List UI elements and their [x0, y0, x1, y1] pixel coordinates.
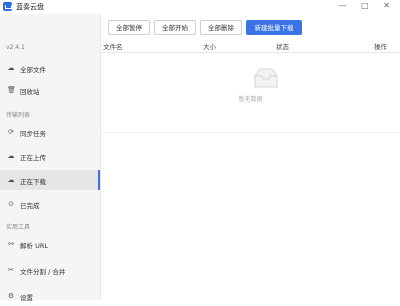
sidebar-item-settings[interactable]: ⚙ 设置 — [0, 286, 100, 306]
sidebar-item-label: 正在下载 — [20, 178, 46, 186]
column-status[interactable]: 状态 — [276, 41, 289, 51]
section-transfer-list: 传输列表 — [6, 112, 31, 119]
column-filename[interactable]: 文件名 — [103, 41, 123, 51]
sidebar-item-label: 全部文件 — [20, 66, 46, 74]
pause-all-button[interactable]: 全部暂停 — [108, 20, 150, 35]
sidebar-item-sync-tasks[interactable]: ⟳ 同步任务 — [0, 122, 100, 142]
app-title: 蓝奏云盘 — [16, 3, 44, 11]
trash-icon: 🗑 — [7, 86, 16, 94]
sync-icon: ⟳ — [8, 128, 14, 136]
gear-icon: ⚙ — [7, 292, 15, 300]
sidebar-item-label: 已完成 — [20, 202, 40, 210]
new-batch-download-button[interactable]: 新建批量下载 — [246, 20, 302, 35]
sidebar-item-label: 解析 URL — [20, 242, 48, 250]
empty-box-icon — [254, 68, 278, 88]
start-all-button[interactable]: 全部开始 — [154, 20, 196, 35]
download-icon: ☁ — [7, 176, 15, 184]
empty-text: 暂无数据 — [238, 96, 263, 103]
sidebar-item-label: 文件分割 / 合并 — [20, 268, 66, 276]
column-size[interactable]: 大小 — [203, 41, 216, 51]
sidebar-item-label: 同步任务 — [20, 130, 46, 138]
window-controls[interactable]: — □ ✕ — [339, 1, 396, 10]
sidebar-item-recycle-bin[interactable]: 🗑 回收站 — [0, 80, 100, 100]
toolbar: 全部暂停 全部开始 全部删除 新建批量下载 — [101, 14, 400, 40]
sidebar-item-label: 回收站 — [20, 88, 40, 96]
cloud-icon: ☁ — [7, 64, 15, 72]
sidebar-item-completed[interactable]: ⊙ 已完成 — [0, 194, 100, 214]
upload-icon: ☁ — [7, 152, 15, 160]
sidebar-item-label: 正在上传 — [20, 154, 46, 162]
app-version: v2.4.1 — [6, 44, 25, 51]
sidebar-item-parse-url[interactable]: ⚯ 解析 URL — [0, 234, 100, 254]
sidebar-item-downloading[interactable]: ☁ 正在下载 — [0, 170, 100, 190]
sidebar: v2.4.1 ☁ 全部文件 🗑 回收站 传输列表 ⟳ 同步任务 ☁ 正在上传 ☁… — [0, 14, 101, 302]
scissors-icon: ✂ — [8, 266, 14, 274]
sidebar-item-uploading[interactable]: ☁ 正在上传 — [0, 146, 100, 166]
empty-state: 暂无数据 — [101, 52, 400, 132]
delete-all-button[interactable]: 全部删除 — [200, 20, 242, 35]
section-tools: 实用工具 — [6, 224, 31, 231]
column-actions[interactable]: 操作 — [374, 41, 387, 51]
sidebar-item-label: 设置 — [20, 294, 33, 302]
sidebar-item-split-merge[interactable]: ✂ 文件分割 / 合并 — [0, 260, 100, 280]
divider — [101, 132, 400, 133]
app-logo-icon — [3, 2, 12, 11]
link-icon: ⚯ — [8, 240, 14, 248]
sidebar-item-all-files[interactable]: ☁ 全部文件 — [0, 58, 100, 78]
check-circle-icon: ⊙ — [8, 200, 14, 208]
title-bar: 蓝奏云盘 — □ ✕ — [0, 0, 400, 14]
